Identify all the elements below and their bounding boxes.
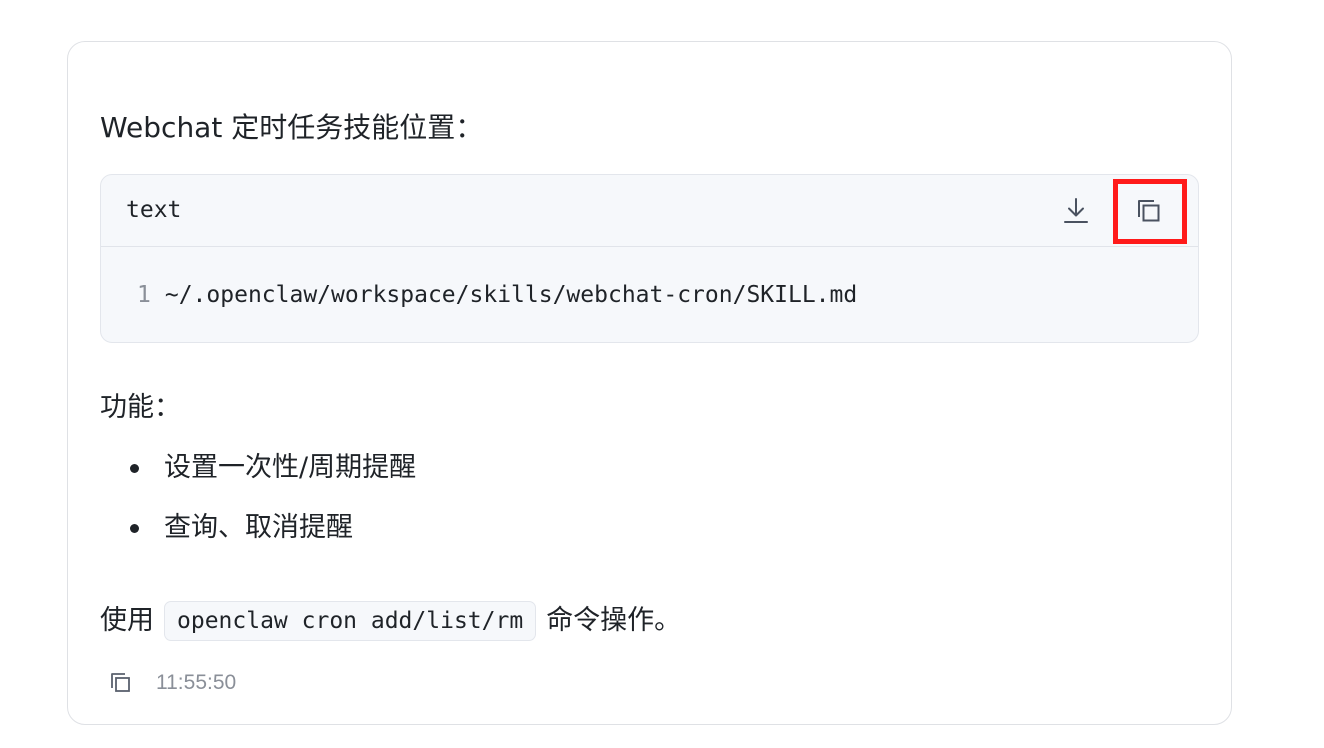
- timestamp: 11:55:50: [156, 671, 237, 694]
- line-number: 1: [137, 282, 151, 308]
- code-text: ~/.openclaw/workspace/skills/webchat-cro…: [164, 282, 858, 308]
- features-list: 设置一次性/周期提醒 查询、取消提醒: [100, 448, 416, 568]
- copy-icon: [1138, 200, 1160, 222]
- copy-message-button[interactable]: [106, 668, 136, 698]
- intro-text: Webchat 定时任务技能位置：: [100, 111, 484, 144]
- copy-code-button[interactable]: [1129, 191, 1169, 231]
- list-item-text: 设置一次性/周期提醒: [164, 452, 417, 483]
- features-heading: 功能：: [100, 392, 181, 423]
- usage-prefix: 使用: [100, 605, 154, 636]
- list-item-text: 查询、取消提醒: [164, 512, 353, 543]
- download-icon: [1064, 198, 1088, 223]
- code-block-header: text: [101, 175, 1198, 247]
- code-language-label: text: [126, 197, 182, 223]
- usage-line: 使用 openclaw cron add/list/rm 命令操作。: [100, 600, 681, 642]
- list-item: 设置一次性/周期提醒: [100, 448, 416, 508]
- code-block: text 1 ~/.openclaw/workspace/skills/webch…: [100, 174, 1199, 343]
- code-line: 1 ~/.openclaw/workspace/skills/webchat-cr…: [137, 278, 857, 312]
- usage-suffix: 命令操作。: [546, 605, 682, 636]
- download-button[interactable]: [1056, 191, 1096, 231]
- message-footer: 11:55:50: [106, 668, 236, 698]
- list-item: 查询、取消提醒: [100, 508, 416, 568]
- copy-icon: [111, 673, 130, 692]
- bullet-icon: [130, 464, 139, 473]
- inline-command: openclaw cron add/list/rm: [164, 601, 537, 641]
- bullet-icon: [130, 524, 139, 533]
